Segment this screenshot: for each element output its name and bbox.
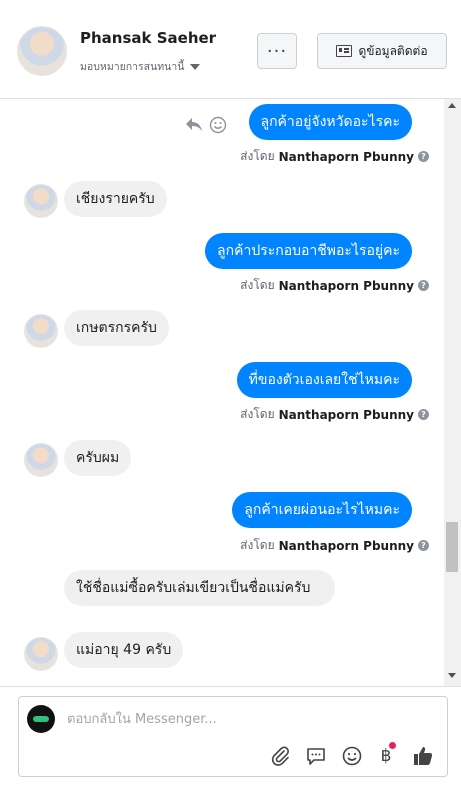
thumbs-up-icon[interactable] (412, 745, 434, 767)
sender-name[interactable]: Nanthaporn Pbunny (279, 150, 414, 164)
reply-icon[interactable] (184, 116, 204, 134)
sender-name[interactable]: Nanthaporn Pbunny (279, 539, 414, 553)
contact-card-icon (336, 45, 353, 57)
incoming-message[interactable]: ใช้ชื่อแม่ซื้อครับเล่มเขียวเป็นชื่อแม่คร… (64, 570, 335, 606)
more-options-button[interactable]: ··· (257, 33, 297, 69)
incoming-message[interactable]: เกษตรกรครับ (64, 310, 169, 346)
sent-by-prefix: ส่งโดย (240, 407, 275, 421)
scroll-down-arrow-icon[interactable] (448, 673, 456, 678)
emoji-picker-icon[interactable] (341, 745, 363, 767)
outgoing-message[interactable]: ลูกค้าอยู่จังหวัดอะไรคะ (248, 104, 412, 140)
currency-symbol: ฿ (380, 746, 392, 766)
incoming-message[interactable]: เชียงรายครับ (64, 181, 167, 217)
notification-dot (389, 742, 396, 749)
info-icon[interactable]: ? (418, 540, 429, 551)
sent-by-prefix: ส่งโดย (240, 538, 275, 552)
divider (0, 686, 461, 687)
message-composer: ฿ (18, 696, 448, 777)
customer-avatar-small[interactable] (24, 637, 58, 671)
thread-scrollbar[interactable] (444, 99, 461, 686)
customer-avatar[interactable] (17, 26, 67, 76)
info-icon[interactable]: ? (418, 280, 429, 291)
assign-conversation-dropdown[interactable]: มอบหมายการสนทนานี้ (80, 58, 201, 75)
reply-input[interactable] (67, 709, 427, 729)
sent-by-label: ส่งโดย Nanthaporn Pbunny ? (240, 147, 429, 166)
attachment-icon[interactable] (269, 745, 291, 767)
sent-by-label: ส่งโดย Nanthaporn Pbunny ? (240, 405, 429, 424)
outgoing-message[interactable]: ลูกค้าเคยผ่อนอะไรไหมคะ (232, 492, 412, 528)
customer-avatar-small[interactable] (24, 184, 58, 218)
sent-by-prefix: ส่งโดย (240, 149, 275, 163)
emoji-icon[interactable] (209, 116, 227, 134)
scroll-up-arrow-icon[interactable] (448, 103, 456, 108)
sent-by-label: ส่งโดย Nanthaporn Pbunny ? (240, 536, 429, 555)
outgoing-message[interactable]: ลูกค้าประกอบอาชีพอะไรอยู่คะ (205, 233, 412, 269)
page-avatar (27, 705, 55, 733)
sender-name[interactable]: Nanthaporn Pbunny (279, 408, 414, 422)
caret-down-icon (190, 63, 201, 70)
scrollbar-thumb[interactable] (446, 522, 458, 572)
sent-by-label: ส่งโดย Nanthaporn Pbunny ? (240, 276, 429, 295)
customer-name[interactable]: Phansak Saeher (80, 29, 216, 47)
customer-avatar-small[interactable] (24, 314, 58, 348)
sent-by-prefix: ส่งโดย (240, 278, 275, 292)
conversation-header: Phansak Saeher มอบหมายการสนทนานี้ ··· ดู… (0, 0, 461, 99)
outgoing-message[interactable]: ที่ของตัวเองเลยใช่ไหมคะ (236, 362, 412, 398)
assign-label: มอบหมายการสนทนานี้ (80, 61, 185, 73)
contact-info-label: ดูข้อมูลติดต่อ (358, 43, 428, 58)
saved-reply-icon[interactable] (305, 745, 327, 767)
incoming-message[interactable]: แม่อายุ 49 ครับ (64, 632, 184, 668)
incoming-message[interactable]: ครับผม (64, 440, 132, 476)
info-icon[interactable]: ? (418, 151, 429, 162)
payment-icon[interactable]: ฿ (375, 742, 397, 767)
customer-avatar-small[interactable] (24, 443, 58, 477)
info-icon[interactable]: ? (418, 409, 429, 420)
view-contact-info-button[interactable]: ดูข้อมูลติดต่อ (317, 33, 447, 69)
sender-name[interactable]: Nanthaporn Pbunny (279, 279, 414, 293)
